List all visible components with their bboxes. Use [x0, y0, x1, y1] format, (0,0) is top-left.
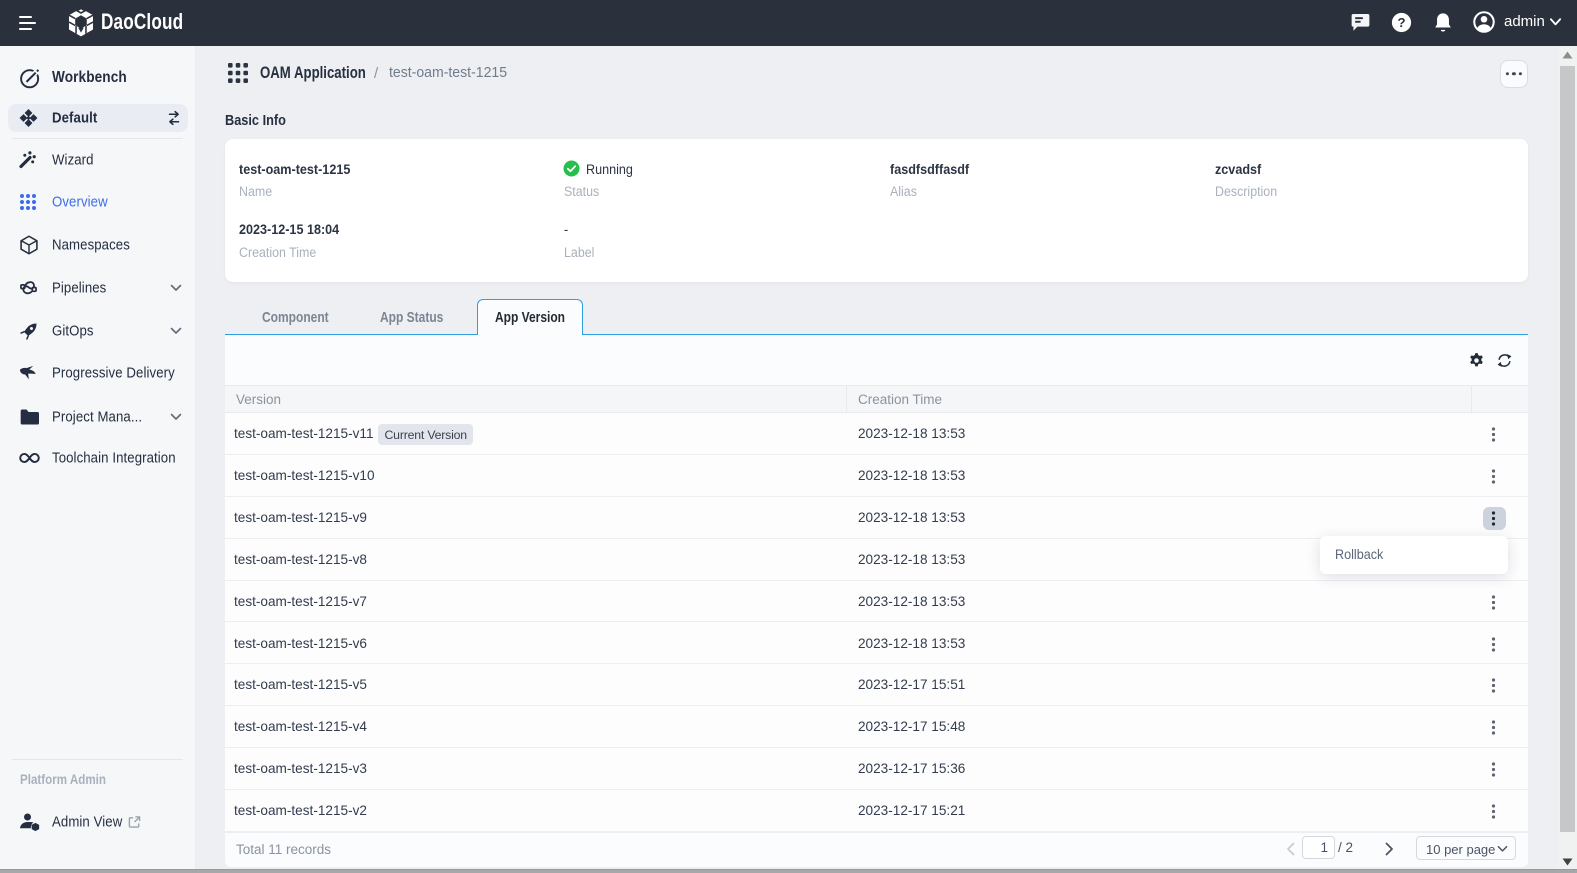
svg-text:?: ?	[1397, 15, 1405, 30]
